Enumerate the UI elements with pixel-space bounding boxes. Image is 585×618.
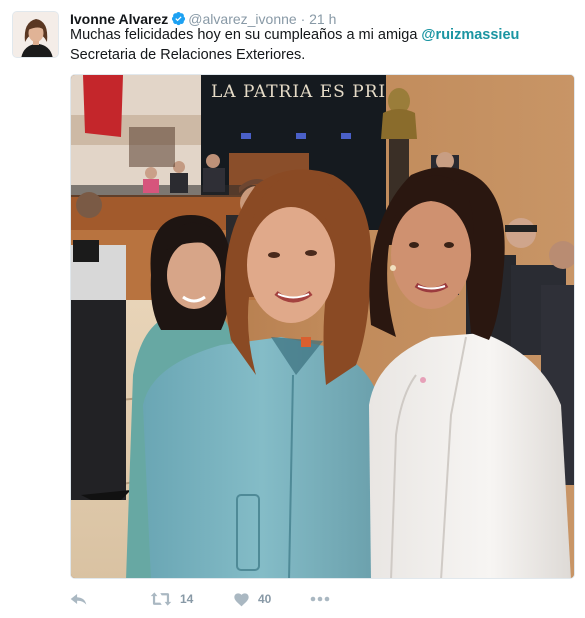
more-button[interactable]: [310, 590, 330, 608]
reply-button[interactable]: [70, 590, 87, 608]
tweet-text-part-2: Secretaria de Relaciones Exteriores.: [70, 46, 306, 63]
meta-separator: ·: [300, 11, 306, 27]
retweet-button[interactable]: 14: [150, 590, 193, 608]
tweet-photo[interactable]: LA PATRIA ES PRI: [70, 74, 575, 579]
retweet-count: 14: [180, 592, 194, 606]
author-name[interactable]: Ivonne Alvarez: [70, 11, 168, 27]
verified-badge-icon: [171, 11, 186, 26]
like-button[interactable]: 40: [233, 590, 271, 608]
retweet-icon: [150, 591, 172, 607]
tweet-text-part-1: Muchas felicidades hoy en su cumpleaños …: [70, 27, 422, 43]
author-handle[interactable]: @alvarez_ivonne: [188, 11, 296, 27]
wall-inscription: LA PATRIA ES PRI: [211, 82, 386, 102]
reply-icon: [70, 591, 87, 607]
tweet-timestamp[interactable]: 21 h: [309, 11, 336, 27]
heart-icon: [233, 592, 250, 607]
author-avatar[interactable]: [12, 11, 59, 58]
tweet-text: Muchas felicidades hoy en su cumpleaños …: [70, 26, 580, 65]
like-count: 40: [258, 592, 272, 606]
mention-link[interactable]: @ruizmassieu: [421, 27, 519, 43]
more-dots-icon: [310, 596, 330, 602]
